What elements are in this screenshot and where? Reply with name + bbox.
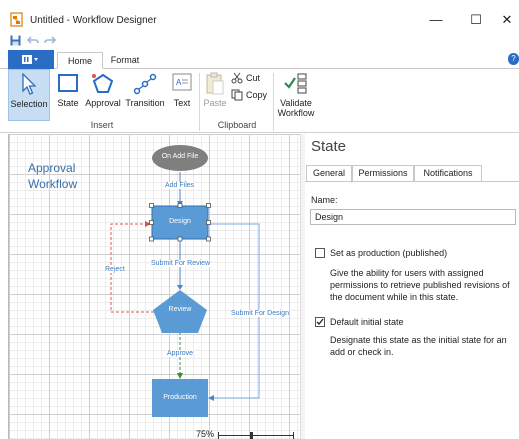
name-field[interactable]: [310, 209, 516, 225]
production-label[interactable]: Set as production (published): [330, 247, 447, 259]
zoom-slider[interactable]: [218, 432, 294, 439]
file-menu-button[interactable]: [8, 50, 54, 69]
ribbon-tab-row: Home Format ?: [0, 50, 519, 69]
tab-format[interactable]: Format: [104, 52, 146, 69]
paste-label: Paste: [203, 98, 227, 108]
workflow-canvas[interactable]: Approval Workflow On Add File Design Rev…: [8, 134, 300, 439]
ribbon-separator: [273, 73, 274, 131]
tab-underline: [305, 181, 519, 182]
text-icon: A: [172, 73, 192, 91]
tab-notifications[interactable]: Notifications: [414, 165, 482, 182]
approval-icon: [92, 73, 114, 93]
selection-button[interactable]: Selection: [8, 69, 50, 121]
checkmark-icon: [316, 318, 324, 325]
state-button[interactable]: State: [54, 69, 82, 121]
submit-design-label: Submit For Design: [231, 310, 289, 317]
design-node-label[interactable]: Design: [152, 218, 208, 225]
production-description: Give the ability for users with assigned…: [330, 268, 510, 302]
copy-button[interactable]: Copy: [231, 89, 271, 102]
paste-button[interactable]: Paste: [202, 69, 228, 121]
maximize-button[interactable]: ☐: [461, 10, 491, 30]
undo-icon[interactable]: [27, 35, 39, 46]
start-node-label[interactable]: On Add File: [150, 153, 210, 160]
title-bar: Untitled - Workflow Designer — ☐ ✕: [0, 0, 519, 34]
properties-panel: State General Permissions Notifications …: [305, 134, 519, 439]
approval-label: Approval: [85, 98, 121, 108]
text-label: Text: [173, 98, 191, 108]
svg-text:A: A: [176, 78, 182, 87]
copy-icon: [231, 89, 243, 101]
approve-label: Approve: [167, 350, 194, 357]
production-node-label[interactable]: Production: [152, 394, 208, 401]
paste-icon: [206, 72, 224, 95]
production-checkbox[interactable]: [315, 248, 325, 258]
ribbon-separator: [199, 73, 200, 131]
selection-label: Selection: [10, 99, 48, 109]
window-title: Untitled - Workflow Designer: [30, 15, 157, 26]
default-state-label[interactable]: Default initial state: [330, 316, 404, 328]
quick-access-toolbar: [0, 33, 519, 49]
add-files-label: Add Files: [165, 182, 195, 189]
zoom-level: 75%: [196, 429, 215, 439]
minimize-button[interactable]: —: [421, 10, 451, 30]
default-state-description: Designate this state as the initial stat…: [330, 335, 507, 357]
transition-button[interactable]: Transition: [125, 69, 165, 121]
pointer-icon: [22, 73, 37, 95]
ribbon: Selection State Approval Transition A Te…: [0, 69, 519, 133]
submit-review-label: Submit For Review: [151, 260, 211, 267]
approval-button[interactable]: Approval: [84, 69, 122, 121]
insert-group-label: Insert: [90, 120, 114, 130]
cut-button[interactable]: Cut: [231, 72, 271, 85]
copy-label: Copy: [246, 90, 268, 100]
clipboard-group-label: Clipboard: [217, 120, 257, 130]
zoom-slider-thumb[interactable]: [250, 432, 253, 439]
close-button[interactable]: ✕: [492, 10, 519, 30]
app-icon: [10, 12, 23, 27]
tab-home[interactable]: Home: [57, 52, 103, 69]
scissors-icon: [231, 72, 243, 84]
state-label: State: [57, 98, 79, 108]
validate-icon: [284, 73, 307, 94]
text-button[interactable]: A Text: [169, 69, 195, 121]
redo-icon[interactable]: [44, 35, 56, 46]
review-node-label[interactable]: Review: [152, 306, 208, 313]
properties-title: State: [311, 138, 347, 155]
name-label: Name:: [311, 195, 338, 205]
file-menu-icon: [22, 55, 38, 64]
transition-label: Transition: [125, 98, 165, 108]
transition-icon: [133, 73, 157, 95]
help-icon[interactable]: ?: [508, 53, 519, 65]
state-icon: [58, 74, 78, 92]
reject-label: Reject: [105, 266, 125, 273]
validate-label: Validate Workflow: [277, 98, 315, 118]
default-state-checkbox[interactable]: [315, 317, 325, 327]
save-icon[interactable]: [10, 35, 21, 46]
cut-label: Cut: [246, 73, 261, 83]
validate-workflow-button[interactable]: Validate Workflow: [276, 69, 316, 121]
tab-permissions[interactable]: Permissions: [352, 165, 414, 182]
